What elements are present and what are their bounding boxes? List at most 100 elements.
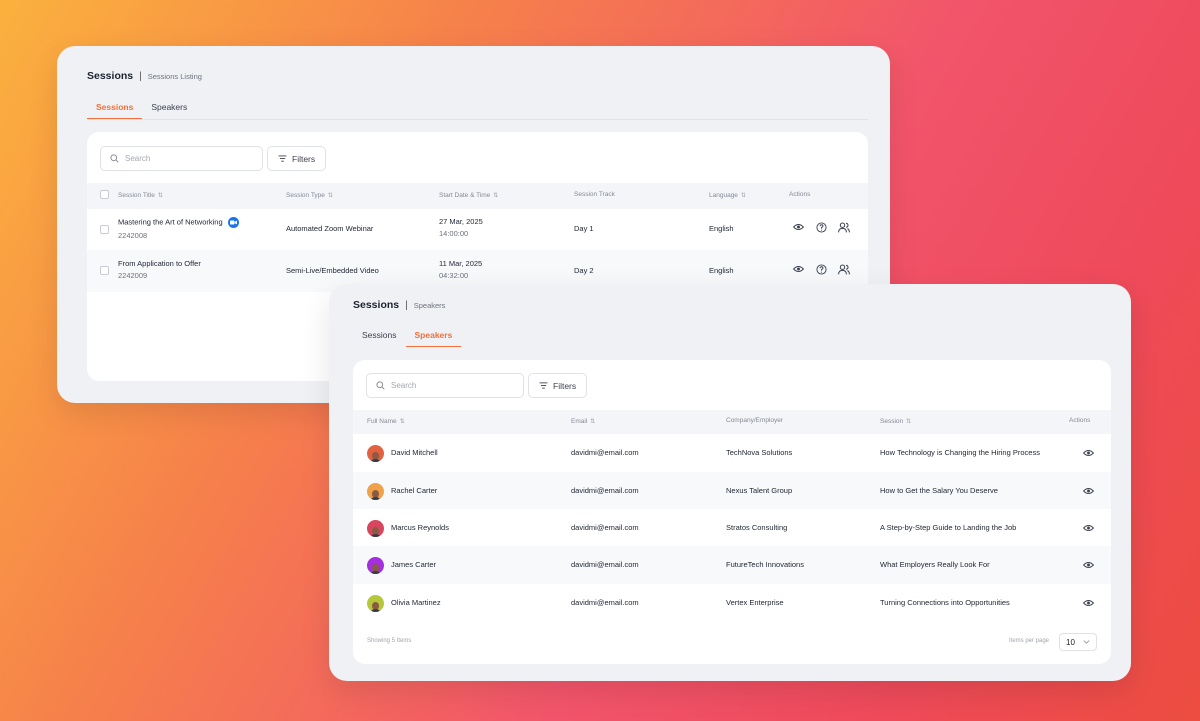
session-track-cell: Day 2: [574, 266, 594, 275]
chevron-down-icon: [1083, 640, 1090, 644]
speaker-name[interactable]: Rachel Carter: [391, 486, 437, 495]
speaker-session: Turning Connections into Opportunities: [880, 598, 1010, 607]
help-icon[interactable]: [816, 264, 827, 275]
speakers-table-panel: Filters Full Name⇅ Email⇅ Company/Employ…: [353, 360, 1111, 664]
tab-speakers[interactable]: Speakers: [405, 330, 462, 347]
speaker-name[interactable]: David Mitchell: [391, 448, 438, 457]
tab-sessions[interactable]: Sessions: [87, 102, 143, 119]
filters-label: Filters: [292, 153, 316, 164]
filter-icon: [278, 155, 287, 162]
sort-icon: ⇅: [740, 193, 746, 199]
row-checkbox[interactable]: [100, 225, 109, 234]
speaker-session: How to Get the Salary You Deserve: [880, 486, 998, 495]
breadcrumb-subtitle: Sessions Listing: [147, 71, 202, 81]
avatar: [367, 520, 384, 537]
column-actions: Actions: [1069, 417, 1091, 424]
start-time: 14:00:00: [439, 229, 469, 238]
start-time: 04:32:00: [439, 271, 469, 280]
speaker-session: How Technology is Changing the Hiring Pr…: [880, 448, 1040, 457]
sort-icon: ⇅: [493, 193, 499, 199]
search-input[interactable]: [125, 154, 235, 163]
sort-icon: ⇅: [157, 193, 163, 199]
view-icon[interactable]: [1083, 524, 1094, 532]
speakers-card: Sessions | Speakers Sessions Speakers Fi…: [329, 284, 1131, 681]
zoom-icon: [227, 217, 239, 228]
view-icon[interactable]: [793, 265, 804, 273]
column-actions: Actions: [789, 191, 811, 198]
view-icon[interactable]: [1083, 487, 1094, 495]
select-all-checkbox[interactable]: [100, 190, 109, 199]
view-icon[interactable]: [1083, 599, 1094, 607]
column-session-track: Session Track: [574, 191, 615, 198]
speaker-email: davidmi@email.com: [571, 523, 639, 532]
items-per-page-select[interactable]: 10: [1059, 633, 1097, 651]
speaker-company: Stratos Consulting: [726, 523, 788, 532]
avatar: [367, 557, 384, 574]
session-title-cell[interactable]: Mastering the Art of Networking 2242008: [118, 217, 239, 240]
column-start-date[interactable]: Start Date & Time ⇅: [439, 192, 498, 199]
speakers-icon[interactable]: [838, 264, 850, 275]
speaker-name[interactable]: Olivia Martinez: [391, 598, 441, 607]
page-header: Sessions | Sessions Listing: [87, 70, 202, 82]
session-title-cell[interactable]: From Application to Offer 2242009: [118, 259, 201, 280]
speaker-company: TechNova Solutions: [726, 448, 793, 457]
search-box[interactable]: [100, 146, 263, 171]
column-email[interactable]: Email ⇅: [571, 418, 595, 425]
language-cell: English: [709, 266, 734, 275]
sort-icon: ⇅: [399, 419, 405, 425]
filters-label: Filters: [553, 380, 577, 391]
search-icon: [110, 154, 119, 163]
search-icon: [376, 381, 385, 390]
speaker-email: davidmi@email.com: [571, 448, 639, 457]
showing-count: Showing 5 Items: [367, 638, 412, 644]
page-title: Sessions: [353, 299, 400, 311]
table-row: Rachel Carter davidmi@email.com Nexus Tale…: [353, 472, 1111, 509]
help-icon[interactable]: [816, 222, 827, 233]
session-type-cell: Semi-Live/Embedded Video: [286, 266, 379, 275]
header-separator: |: [405, 299, 408, 311]
table-row: Marcus Reynolds davidmi@email.com Stratos …: [353, 509, 1111, 546]
page-header: Sessions | Speakers: [353, 299, 445, 311]
tab-sessions[interactable]: Sessions: [353, 330, 406, 347]
row-checkbox[interactable]: [100, 266, 109, 275]
speaker-company: Nexus Talent Group: [726, 486, 793, 495]
speaker-name[interactable]: Marcus Reynolds: [391, 523, 449, 532]
table-header: Full Name ⇅ Email ⇅ Company/Employer Sessi…: [353, 410, 1111, 434]
filters-button[interactable]: Filters: [267, 146, 327, 171]
speaker-session: What Employers Really Look For: [880, 560, 990, 569]
page-title: Sessions: [87, 70, 134, 82]
items-per-page-label: Items per page: [1009, 638, 1050, 644]
column-session[interactable]: Session ⇅: [880, 418, 911, 425]
search-input[interactable]: [391, 381, 501, 390]
column-full-name[interactable]: Full Name ⇅: [367, 418, 405, 425]
view-icon[interactable]: [1083, 449, 1094, 457]
speaker-email: davidmi@email.com: [571, 486, 639, 495]
avatar: [367, 483, 384, 500]
session-type-cell: Automated Zoom Webinar: [286, 224, 374, 233]
column-session-type[interactable]: Session Type ⇅: [286, 192, 333, 199]
session-id: 2242009: [118, 271, 148, 280]
filters-button[interactable]: Filters: [528, 373, 588, 398]
speakers-icon[interactable]: [838, 222, 850, 233]
tab-speakers[interactable]: Speakers: [142, 102, 196, 119]
search-box[interactable]: [366, 373, 524, 398]
filter-icon: [539, 382, 548, 389]
table-header: Session Title ⇅ Session Type ⇅ Start Date …: [87, 183, 868, 209]
table-row: Olivia Martinez davidmi@email.com Vertex E…: [353, 584, 1111, 621]
session-id: 2242008: [118, 231, 148, 240]
speaker-name[interactable]: James Carter: [391, 560, 436, 569]
avatar: [367, 445, 384, 462]
column-session-title[interactable]: Session Title ⇅: [118, 192, 163, 199]
avatar: [367, 595, 384, 612]
speaker-session: A Step-by-Step Guide to Landing the Job: [880, 523, 1017, 532]
tab-bar: Sessions Speakers: [353, 330, 462, 347]
session-track-cell: Day 1: [574, 224, 594, 233]
speaker-company: FutureTech Innovations: [726, 560, 804, 569]
column-company: Company/Employer: [726, 417, 784, 424]
view-icon[interactable]: [793, 223, 804, 231]
items-per-page-value: 10: [1066, 637, 1075, 647]
table-row: Mastering the Art of Networking 2242008 …: [87, 209, 868, 250]
speaker-email: davidmi@email.com: [571, 560, 639, 569]
column-language[interactable]: Language ⇅: [709, 192, 746, 199]
view-icon[interactable]: [1083, 561, 1094, 569]
